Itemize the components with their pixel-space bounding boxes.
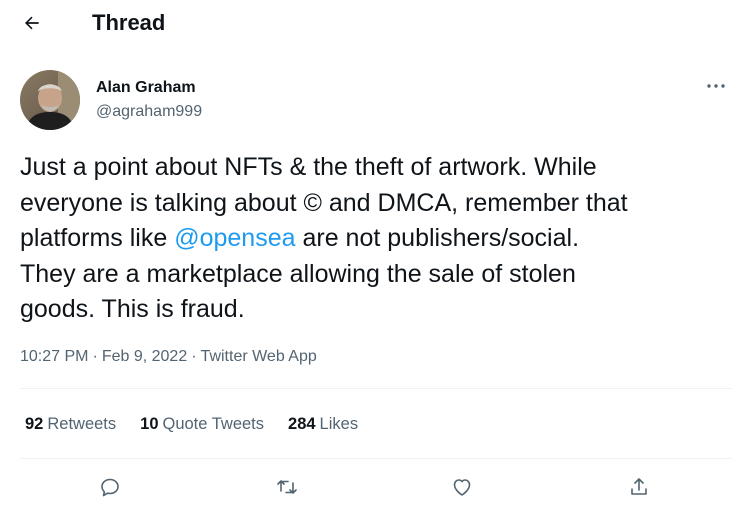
likes-stat[interactable]: 284 Likes <box>288 414 358 434</box>
retweet-button[interactable] <box>270 470 304 504</box>
thread-header: Thread <box>0 0 747 46</box>
quotes-count: 10 <box>140 415 159 433</box>
meta-separator: · <box>92 348 98 365</box>
divider <box>20 458 732 459</box>
retweet-icon <box>277 480 297 494</box>
tweet-meta: 10:27 PM · Feb 9, 2022 · Twitter Web App <box>20 347 317 367</box>
share-button[interactable] <box>622 470 656 504</box>
page-title: Thread <box>92 10 166 35</box>
author-handle[interactable]: @agraham999 <box>96 102 202 122</box>
heart-icon <box>453 479 471 496</box>
quotes-label: Quote Tweets <box>162 415 265 433</box>
likes-count: 284 <box>288 415 316 433</box>
quote-tweets-stat[interactable]: 10 Quote Tweets <box>140 414 264 434</box>
tweet-time[interactable]: 10:27 PM <box>20 348 88 365</box>
like-button[interactable] <box>445 470 479 504</box>
more-options-button[interactable] <box>700 74 732 98</box>
tweet-actions <box>0 470 747 504</box>
likes-label: Likes <box>319 415 359 433</box>
tweet-text: Just a point about NFTs & the theft of a… <box>20 150 735 328</box>
back-button[interactable] <box>14 5 50 41</box>
tweet-stats: 92 Retweets 10 Quote Tweets 284 Likes <box>25 414 382 434</box>
tweet-date[interactable]: Feb 9, 2022 <box>102 348 187 365</box>
share-icon <box>631 478 647 495</box>
reply-icon <box>101 478 119 497</box>
avatar-photo <box>20 70 80 130</box>
mention-link[interactable]: @opensea <box>174 224 295 252</box>
author-name[interactable]: Alan Graham <box>96 78 196 98</box>
arrow-left-icon <box>25 16 39 30</box>
meta-separator: · <box>191 348 197 365</box>
more-horizontal-icon <box>707 84 725 88</box>
avatar[interactable] <box>20 70 80 130</box>
retweets-count: 92 <box>25 415 44 433</box>
tweet-source[interactable]: Twitter Web App <box>201 348 317 365</box>
retweets-label: Retweets <box>47 415 117 433</box>
reply-button[interactable] <box>93 470 127 504</box>
retweets-stat[interactable]: 92 Retweets <box>25 414 116 434</box>
divider <box>20 388 732 389</box>
